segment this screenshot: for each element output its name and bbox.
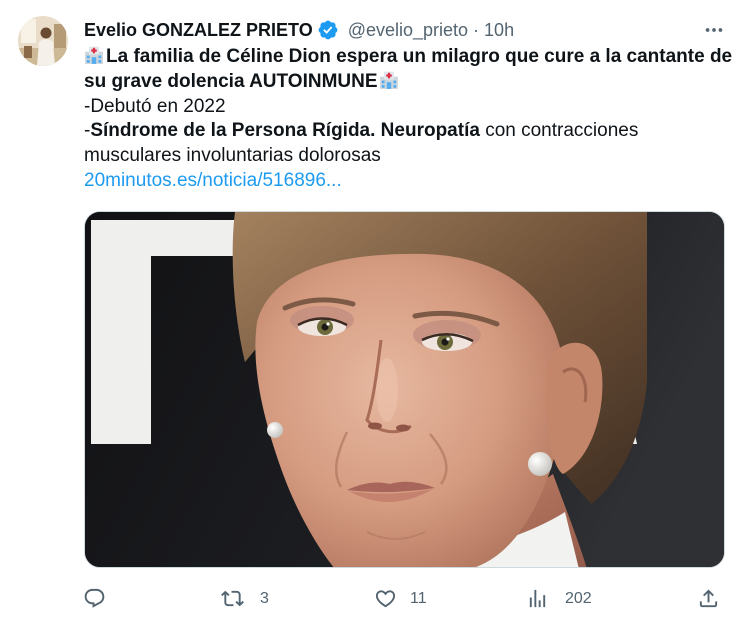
photo-image [85,212,724,567]
hospital-emoji-icon [379,70,399,90]
retweet-count: 3 [260,590,269,607]
views-count: 202 [565,590,592,607]
more-horizontal-icon[interactable] [703,19,725,41]
header-separator: · [473,20,480,40]
tweet-timestamp[interactable]: 10h [484,18,514,42]
tweet[interactable]: Evelio GONZALEZ PRIETO @evelio_prieto · … [0,0,750,620]
headline-text-2: su grave dolencia AUTOINMUNE [84,70,378,92]
reply-button[interactable] [83,587,106,610]
article-link[interactable]: 20minutos.es/noticia/516896... [84,170,342,191]
views-chart-icon [526,587,549,610]
link-line: 20minutos.es/noticia/516896... [84,169,732,194]
share-button[interactable] [697,587,720,610]
heart-icon [374,587,397,610]
author-handle[interactable]: @evelio_prieto [348,18,468,42]
condition-line: -Síndrome de la Persona Rígida. Neuropat… [84,119,732,144]
condition-bold: Síndrome de la Persona Rígida. Neuropatí… [90,120,480,142]
share-icon [697,587,720,610]
author-avatar[interactable] [18,16,68,66]
condition-continuation: musculares involuntarias dolorosas [84,145,381,167]
like-count: 11 [410,590,427,607]
views-button[interactable]: 202 [526,587,592,610]
retweet-icon [221,587,244,610]
hospital-emoji-icon [84,45,104,65]
headline-text-1: La familia de Céline Dion espera un mila… [106,46,733,67]
headline-line-2: su grave dolencia AUTOINMUNE [84,70,732,95]
retweet-button[interactable]: 3 [221,587,269,610]
condition-rest: con contracciones [479,120,639,142]
headline-line-1: La familia de Céline Dion espera un mila… [84,45,732,70]
reply-icon [83,587,106,610]
verified-badge-icon[interactable] [317,19,339,41]
tweet-header: Evelio GONZALEZ PRIETO @evelio_prieto · … [84,18,514,42]
avatar-image [18,16,68,66]
tweet-text: La familia de Céline Dion espera un mila… [84,45,732,194]
tweet-photo[interactable] [84,211,725,568]
author-name[interactable]: Evelio GONZALEZ PRIETO [84,18,313,42]
like-button[interactable]: 11 [374,587,427,610]
debut-line: -Debutó en 2022 [84,95,226,117]
